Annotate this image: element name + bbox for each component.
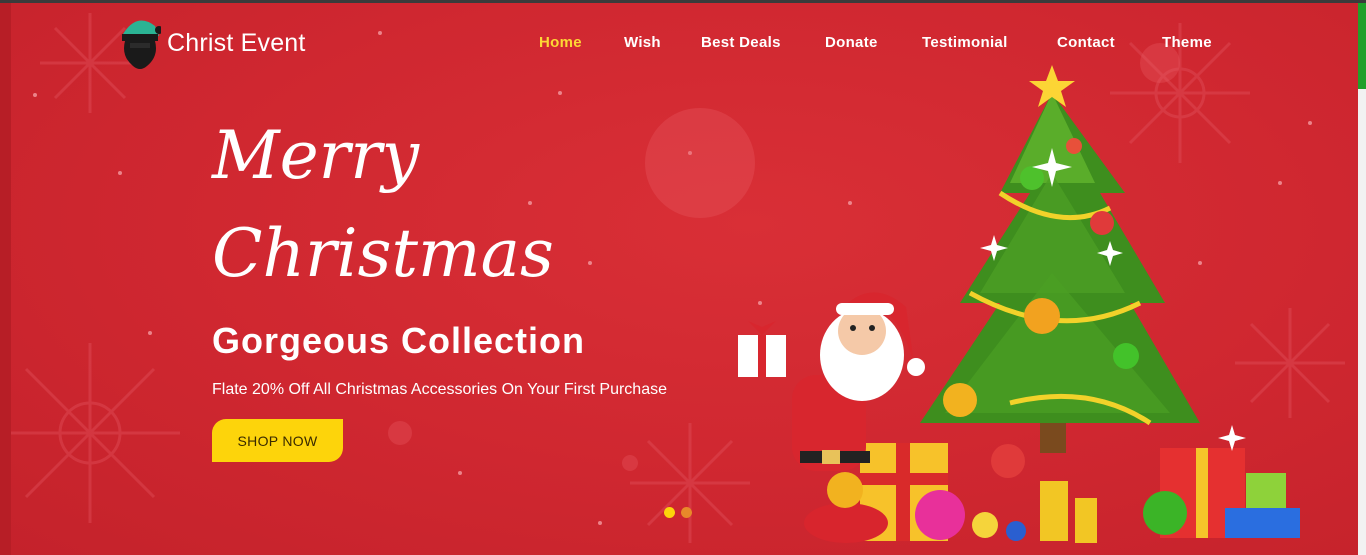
santa-icon bbox=[122, 20, 161, 69]
slider-dots bbox=[664, 507, 692, 518]
slider-dot-1[interactable] bbox=[664, 507, 675, 518]
page: Christ Event Home Wish Best Deals Donate… bbox=[0, 0, 1366, 555]
christmas-tree-icon bbox=[920, 65, 1200, 478]
nav-item-home[interactable]: Home bbox=[539, 34, 582, 51]
nav-item-theme[interactable]: Theme bbox=[1162, 34, 1212, 51]
slider-dot-2[interactable] bbox=[681, 507, 692, 518]
hero-title-line1: Merry bbox=[212, 117, 420, 194]
brand-logo[interactable]: Christ Event bbox=[119, 14, 306, 72]
nav-item-contact[interactable]: Contact bbox=[1057, 34, 1115, 51]
hero-offer-text: Flate 20% Off All Christmas Accessories … bbox=[212, 381, 667, 398]
right-scrollbar-thumb[interactable] bbox=[1358, 3, 1366, 89]
nav-item-donate[interactable]: Donate bbox=[825, 34, 878, 51]
left-edge bbox=[0, 3, 11, 555]
nav-item-wish[interactable]: Wish bbox=[624, 34, 661, 51]
hero-title: Merry Christmas bbox=[212, 107, 554, 303]
hero-title-line2: Christmas bbox=[212, 215, 554, 292]
nav-item-testimonial[interactable]: Testimonial bbox=[922, 34, 1008, 51]
brand-name: Christ Event bbox=[167, 28, 306, 57]
hero-banner bbox=[0, 3, 1366, 555]
gift-boxes-icon bbox=[804, 443, 1300, 543]
shop-now-button[interactable]: SHOP NOW bbox=[212, 419, 343, 462]
hero-headline: Gorgeous Collection bbox=[212, 320, 586, 361]
christmas-illustration bbox=[738, 65, 1300, 543]
nav-item-best-deals[interactable]: Best Deals bbox=[701, 34, 781, 51]
